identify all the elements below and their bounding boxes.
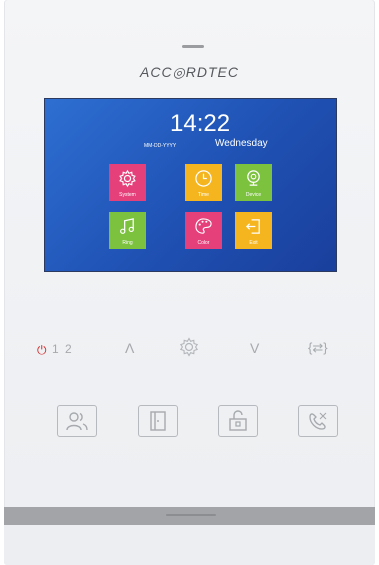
channel-2-button[interactable]: 2 <box>65 342 72 356</box>
weekday-text: Wednesday <box>215 138 268 149</box>
brand-logo: ACC◎RDTEC <box>140 64 239 80</box>
music-note-icon <box>120 218 134 234</box>
monitor-button[interactable] <box>57 405 97 437</box>
menu-tile-color[interactable]: Color <box>185 212 222 249</box>
gear-icon <box>179 337 199 357</box>
menu-tile-exit[interactable]: Exit <box>235 212 272 249</box>
door-icon <box>150 411 166 431</box>
camera-icon <box>247 170 260 186</box>
menu-tile-ring[interactable]: Ring <box>109 212 146 249</box>
bezel-slot <box>166 514 216 516</box>
door-button[interactable] <box>138 405 178 437</box>
menu-label-device: Device <box>245 192 262 198</box>
device-base <box>4 525 375 565</box>
channel-1-button[interactable]: 1 <box>52 342 59 356</box>
unlock-icon <box>229 410 247 431</box>
exit-icon <box>245 219 260 234</box>
down-button[interactable]: V <box>250 340 259 356</box>
users-icon <box>66 412 88 431</box>
menu-tile-system[interactable]: System <box>109 164 146 201</box>
unlock-button[interactable] <box>218 405 258 437</box>
menu-tile-time[interactable]: Time <box>185 164 222 201</box>
display-screen: 14:22 MM-DD-YYYY Wednesday System Time D… <box>45 99 336 271</box>
bottom-bezel <box>4 507 375 525</box>
phone-hangup-icon <box>309 412 327 430</box>
transfer-button[interactable]: {⇄} <box>308 340 328 356</box>
menu-tile-device[interactable]: Device <box>235 164 272 201</box>
clock-time: 14:22 <box>170 110 231 137</box>
date-text: MM-DD-YYYY <box>144 143 177 149</box>
menu-label-system: System <box>119 192 136 198</box>
settings-button[interactable] <box>179 337 199 360</box>
power-icon[interactable]: ⏻ <box>37 343 47 358</box>
speaker-slot <box>182 45 204 48</box>
menu-label-ring: Ring <box>122 240 133 246</box>
menu-label-time: Time <box>198 192 209 198</box>
palette-icon <box>195 218 212 234</box>
gear-icon <box>119 169 136 188</box>
menu-label-exit: Exit <box>249 240 258 246</box>
menu-label-color: Color <box>197 240 210 246</box>
clock-icon <box>195 170 212 187</box>
up-button[interactable]: Λ <box>125 340 134 356</box>
intercom-device: ACC◎RDTEC 14:22 MM-DD-YYYY Wednesday Sys… <box>4 0 375 565</box>
call-button[interactable] <box>298 405 338 437</box>
